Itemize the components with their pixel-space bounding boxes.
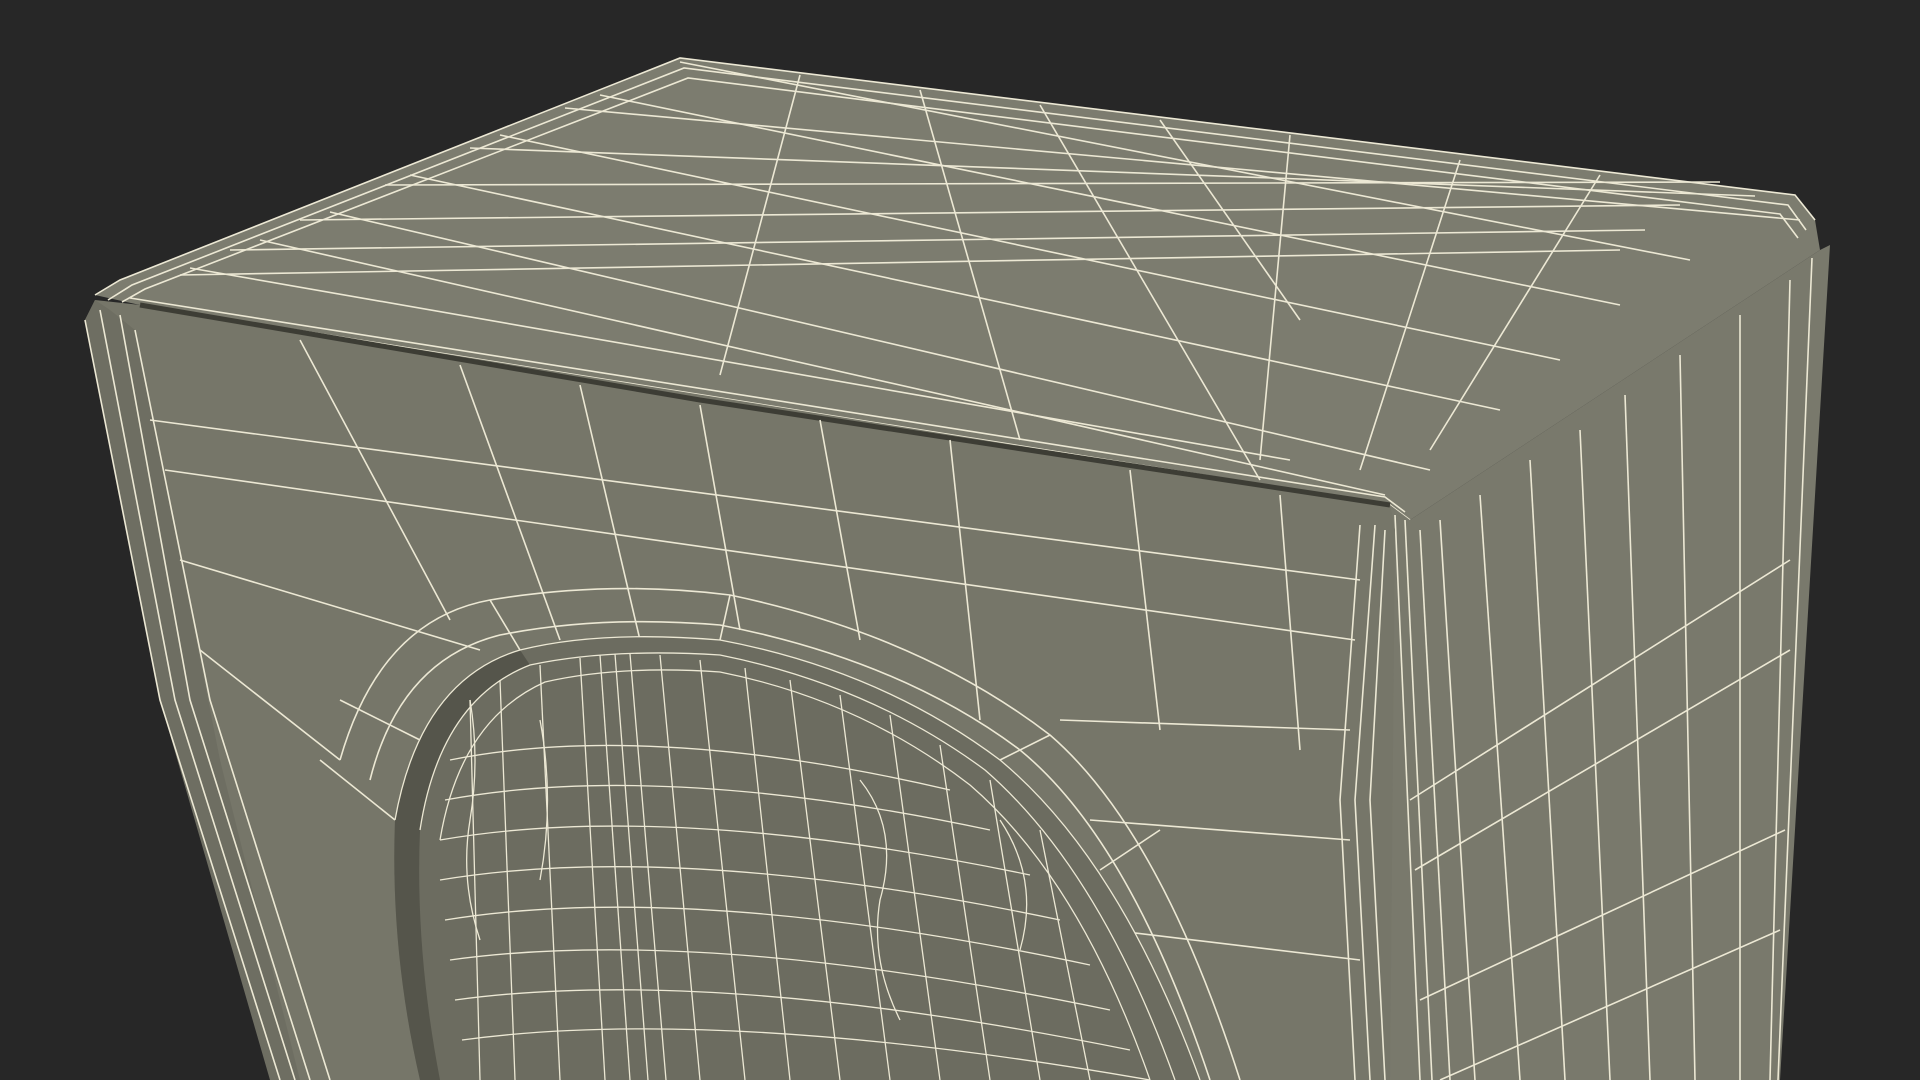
render-viewport bbox=[0, 0, 1920, 1080]
wireframe-scene bbox=[0, 0, 1920, 1080]
